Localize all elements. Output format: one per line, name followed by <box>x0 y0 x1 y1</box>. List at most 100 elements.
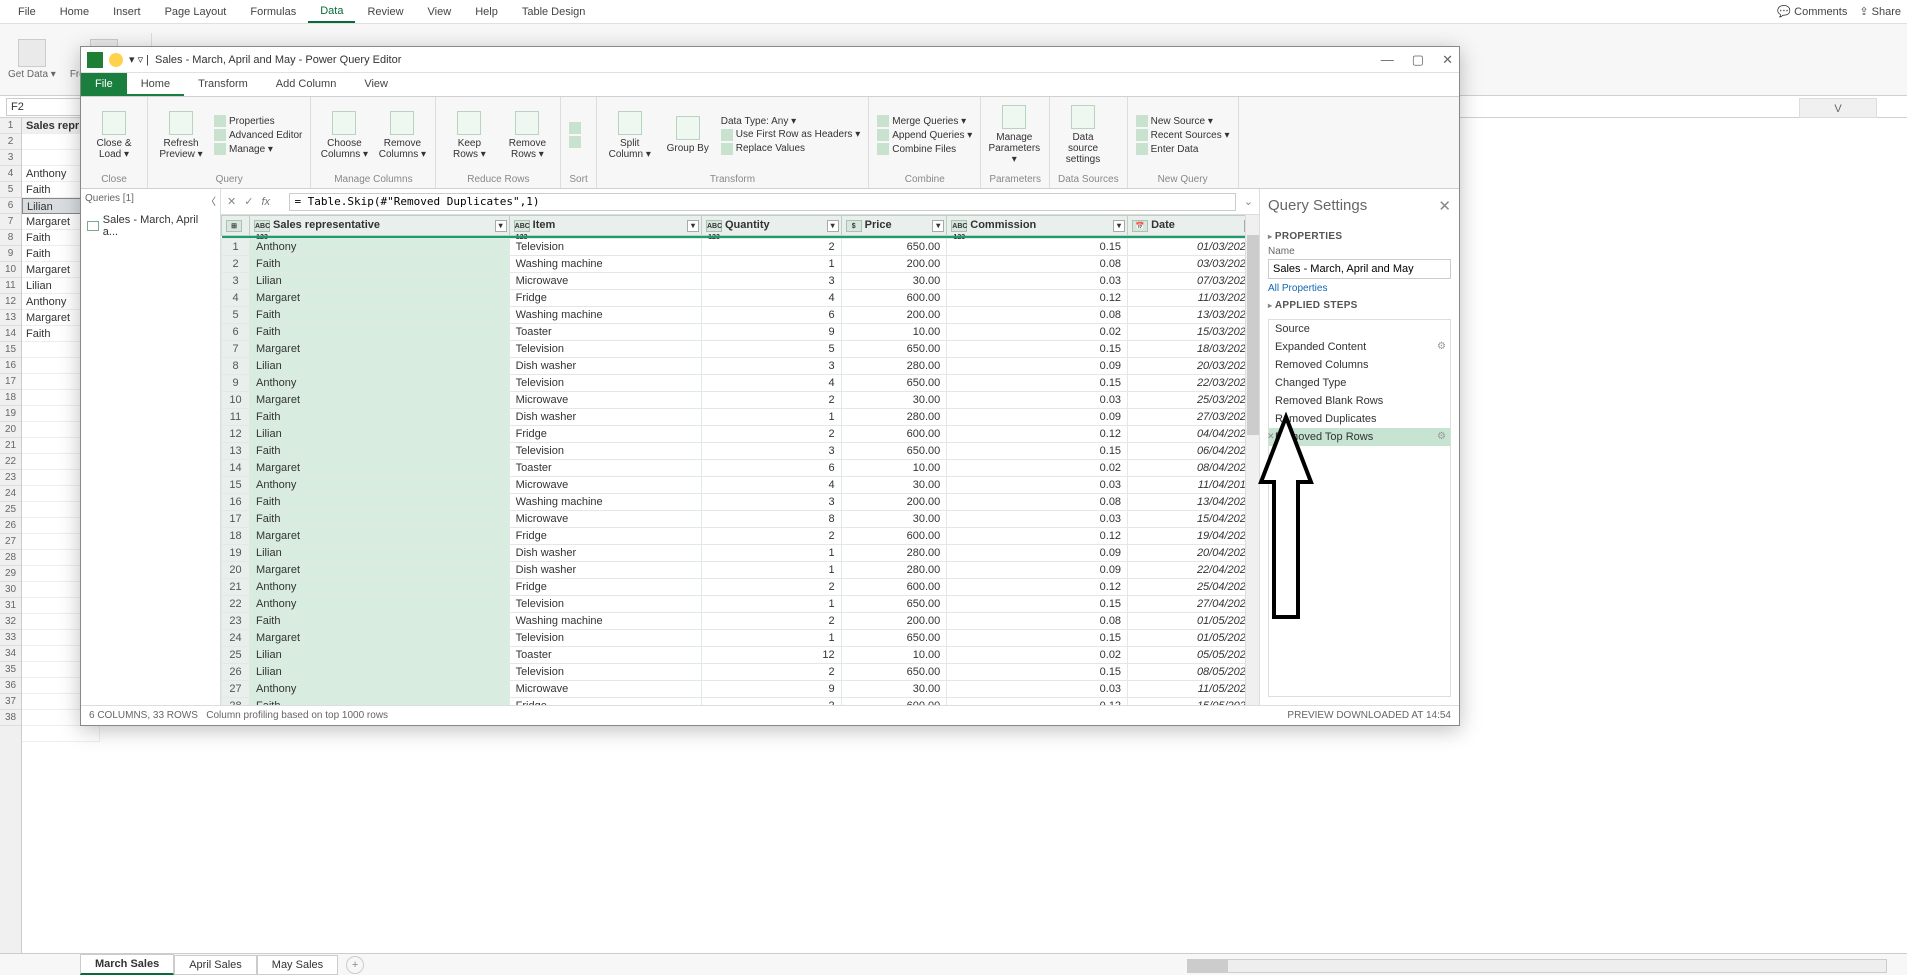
excel-tab-file[interactable]: File <box>6 2 48 22</box>
pq-tab-transform[interactable]: Transform <box>184 73 262 96</box>
applied-step-removed-top-rows[interactable]: ✕Removed Top Rows⚙ <box>1269 428 1450 446</box>
choose-columns-button[interactable]: Choose Columns ▾ <box>319 111 369 160</box>
column-header-commission[interactable]: ABC 123Commission▾ <box>947 216 1128 236</box>
step-gear-icon[interactable]: ⚙ <box>1437 341 1446 352</box>
filter-dropdown-icon[interactable]: ▾ <box>687 220 699 232</box>
table-row[interactable]: 20MargaretDish washer1280.000.0922/04/20… <box>222 562 1259 579</box>
excel-tab-table-design[interactable]: Table Design <box>510 2 598 22</box>
fx-cancel-icon[interactable]: ✕ <box>227 195 236 208</box>
table-row[interactable]: 15AnthonyMicrowave430.000.0311/04/2018 <box>222 477 1259 494</box>
horizontal-scrollbar[interactable] <box>1187 959 1887 973</box>
pq-tab-home[interactable]: Home <box>127 73 184 96</box>
query-settings-close[interactable]: ✕ <box>1438 197 1451 215</box>
merge-queries-button[interactable]: Merge Queries ▾ <box>877 115 972 127</box>
get-data-button[interactable]: Get Data ▾ <box>8 39 56 80</box>
queries-panel-collapse[interactable]: 〈 <box>206 193 216 208</box>
table-row[interactable]: 26LilianTelevision2650.000.1508/05/2022 <box>222 664 1259 681</box>
sort-desc-button[interactable] <box>569 136 581 148</box>
data-type-button[interactable]: Data Type: Any ▾ <box>721 116 861 127</box>
table-row[interactable]: 27AnthonyMicrowave930.000.0311/05/2022 <box>222 681 1259 698</box>
keep-rows-button[interactable]: Keep Rows ▾ <box>444 111 494 160</box>
advanced-editor-button[interactable]: Advanced Editor <box>214 129 302 141</box>
excel-tab-view[interactable]: View <box>416 2 464 22</box>
table-row[interactable]: 7MargaretTelevision5650.000.1518/03/2022 <box>222 341 1259 358</box>
applied-step-changed-type[interactable]: Changed Type <box>1269 374 1450 392</box>
applied-step-removed-blank-rows[interactable]: Removed Blank Rows <box>1269 392 1450 410</box>
manage-button[interactable]: Manage ▾ <box>214 143 302 155</box>
applied-step-removed-columns[interactable]: Removed Columns <box>1269 356 1450 374</box>
name-box[interactable]: F2 <box>6 98 84 116</box>
table-row[interactable]: 17FaithMicrowave830.000.0315/04/2022 <box>222 511 1259 528</box>
excel-tab-help[interactable]: Help <box>463 2 510 22</box>
remove-rows-button[interactable]: Remove Rows ▾ <box>502 111 552 160</box>
column-header-item[interactable]: ABC 123Item▾ <box>509 216 701 236</box>
filter-dropdown-icon[interactable]: ▾ <box>1113 220 1125 232</box>
column-header-far[interactable]: V <box>1799 98 1877 118</box>
step-delete-icon[interactable]: ✕ <box>1267 431 1275 442</box>
pq-tab-add-column[interactable]: Add Column <box>262 73 351 96</box>
enter-data-button[interactable]: Enter Data <box>1136 143 1230 155</box>
formula-input[interactable] <box>289 193 1235 211</box>
table-row[interactable]: 18MargaretFridge2600.000.1219/04/2022 <box>222 528 1259 545</box>
table-row[interactable]: 5FaithWashing machine6200.000.0813/03/20… <box>222 307 1259 324</box>
table-row[interactable]: 8LilianDish washer3280.000.0920/03/2022 <box>222 358 1259 375</box>
table-row[interactable]: 4MargaretFridge4600.000.1211/03/2022 <box>222 290 1259 307</box>
properties-section-header[interactable]: PROPERTIES <box>1268 231 1451 242</box>
filter-dropdown-icon[interactable]: ▾ <box>827 220 839 232</box>
table-row[interactable]: 19LilianDish washer1280.000.0920/04/2022 <box>222 545 1259 562</box>
table-row[interactable]: 25LilianToaster1210.000.0205/05/2022 <box>222 647 1259 664</box>
combine-files-button[interactable]: Combine Files <box>877 143 972 155</box>
maximize-button[interactable]: ▢ <box>1412 52 1424 68</box>
share-button[interactable]: ⇪ Share <box>1859 5 1901 18</box>
recent-sources-button[interactable]: Recent Sources ▾ <box>1136 129 1230 141</box>
applied-step-expanded-content[interactable]: Expanded Content⚙ <box>1269 338 1450 356</box>
grid-scrollbar[interactable] <box>1245 215 1259 705</box>
replace-values-button[interactable]: Replace Values <box>721 143 861 155</box>
comments-button[interactable]: 💬 Comments <box>1777 5 1847 18</box>
table-row[interactable]: 12LilianFridge2600.000.1204/04/2022 <box>222 426 1259 443</box>
split-column-button[interactable]: Split Column ▾ <box>605 111 655 160</box>
applied-step-source[interactable]: Source <box>1269 320 1450 338</box>
data-grid[interactable]: ⊞ABC 123Sales representative▾ABC 123Item… <box>221 215 1259 705</box>
query-item[interactable]: Sales - March, April a... <box>85 212 216 240</box>
table-row[interactable]: 24MargaretTelevision1650.000.1501/05/202… <box>222 630 1259 647</box>
table-row[interactable]: 14MargaretToaster610.000.0208/04/2022 <box>222 460 1259 477</box>
excel-tab-insert[interactable]: Insert <box>101 2 153 22</box>
column-header-price[interactable]: $Price▾ <box>841 216 947 236</box>
excel-tab-page-layout[interactable]: Page Layout <box>153 2 239 22</box>
new-source-button[interactable]: New Source ▾ <box>1136 115 1230 127</box>
pq-tab-view[interactable]: View <box>350 73 402 96</box>
sheet-tab-march-sales[interactable]: March Sales <box>80 954 174 975</box>
fx-expand-icon[interactable]: ⌄ <box>1244 195 1253 208</box>
table-row[interactable]: 16FaithWashing machine3200.000.0813/04/2… <box>222 494 1259 511</box>
column-header-quantity[interactable]: ABC 123Quantity▾ <box>702 216 842 236</box>
excel-tab-data[interactable]: Data <box>308 1 355 23</box>
refresh-preview-button[interactable]: Refresh Preview ▾ <box>156 111 206 160</box>
table-row[interactable]: 2FaithWashing machine1200.000.0803/03/20… <box>222 256 1259 273</box>
remove-columns-button[interactable]: Remove Columns ▾ <box>377 111 427 160</box>
applied-steps-header[interactable]: APPLIED STEPS <box>1268 300 1451 311</box>
excel-tab-home[interactable]: Home <box>48 2 101 22</box>
group-by-button[interactable]: Group By <box>663 116 713 154</box>
table-row[interactable]: 22AnthonyTelevision1650.000.1527/04/2022 <box>222 596 1259 613</box>
excel-tab-review[interactable]: Review <box>355 2 415 22</box>
sort-asc-button[interactable] <box>569 122 581 134</box>
add-sheet-button[interactable]: + <box>346 956 364 974</box>
manage-parameters-button[interactable]: Manage Parameters ▾ <box>989 105 1039 165</box>
step-gear-icon[interactable]: ⚙ <box>1437 431 1446 442</box>
data-source-settings-button[interactable]: Data source settings <box>1058 105 1108 165</box>
filter-dropdown-icon[interactable]: ▾ <box>495 220 507 232</box>
table-row[interactable]: 9AnthonyTelevision4650.000.1522/03/2022 <box>222 375 1259 392</box>
close-and-load-button[interactable]: Close & Load ▾ <box>89 111 139 160</box>
table-row[interactable]: 28FaithFridge2600.000.1215/05/2022 <box>222 698 1259 706</box>
query-name-input[interactable] <box>1268 259 1451 279</box>
pq-tab-file[interactable]: File <box>81 73 127 96</box>
table-row[interactable]: 1AnthonyTelevision2650.000.1501/03/2022 <box>222 239 1259 256</box>
use-first-row-headers-button[interactable]: Use First Row as Headers ▾ <box>721 129 861 141</box>
close-button[interactable]: ✕ <box>1442 52 1453 68</box>
table-row[interactable]: 23FaithWashing machine2200.000.0801/05/2… <box>222 613 1259 630</box>
filter-dropdown-icon[interactable]: ▾ <box>932 220 944 232</box>
fx-commit-icon[interactable]: ✓ <box>244 195 253 208</box>
append-queries-button[interactable]: Append Queries ▾ <box>877 129 972 141</box>
properties-button[interactable]: Properties <box>214 115 302 127</box>
